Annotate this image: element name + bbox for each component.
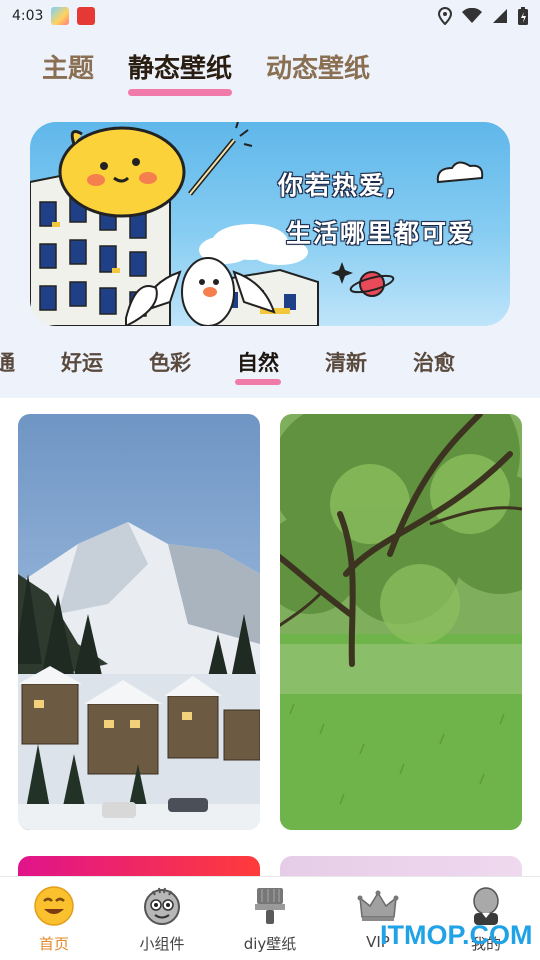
nav-widgets[interactable]: 小组件 — [108, 877, 216, 960]
tab-theme[interactable]: 主题 — [42, 50, 94, 90]
category-tab-fresh[interactable]: 清新 — [325, 340, 367, 380]
wifi-icon — [462, 8, 482, 23]
nav-home[interactable]: 首页 — [0, 877, 108, 960]
widget-face-icon — [144, 887, 180, 925]
wallpaper-card-gradient-red[interactable] — [18, 856, 260, 876]
category-tab-nature[interactable]: 自然 — [235, 340, 281, 385]
green-tree-grass-thumbnail — [280, 414, 522, 830]
paint-brush-icon — [255, 888, 285, 924]
app-notification-icon-2 — [77, 7, 96, 25]
wallpaper-type-tabs: 主题 静态壁纸 动态壁纸 — [0, 50, 540, 100]
snowy-mountain-village-thumbnail — [18, 414, 260, 830]
banner-slogan-line2: 生活哪里都可爱 — [286, 219, 476, 248]
battery-icon — [518, 7, 528, 25]
tab-live-wallpaper[interactable]: 动态壁纸 — [266, 50, 370, 90]
nav-home-label: 首页 — [38, 935, 69, 953]
wallpaper-grid — [0, 398, 540, 876]
app-notification-icon — [51, 7, 70, 25]
category-tabs: 通 好运 色彩 自然 清新 治愈 — [0, 340, 540, 390]
status-time: 4:03 — [12, 8, 44, 24]
promo-banner[interactable]: 你若热爱, 生活哪里都可爱 — [30, 122, 510, 326]
category-tab-normal[interactable]: 通 — [0, 340, 15, 380]
wallpaper-card-tree[interactable] — [280, 414, 522, 830]
site-watermark: ITMOP.COM — [380, 920, 533, 950]
nav-diy[interactable]: diy壁纸 — [216, 877, 324, 960]
location-icon — [438, 7, 452, 25]
wallpaper-card-mountain[interactable] — [18, 414, 260, 830]
category-tab-luck[interactable]: 好运 — [61, 340, 103, 380]
signal-icon — [493, 9, 507, 23]
category-tab-healing[interactable]: 治愈 — [413, 340, 455, 380]
banner-slogan-line1: 你若热爱, — [278, 171, 398, 200]
category-tab-color[interactable]: 色彩 — [149, 340, 191, 380]
smiley-icon — [34, 886, 74, 926]
wallpaper-card-gradient-lavender[interactable] — [280, 856, 522, 876]
nav-diy-label: diy壁纸 — [243, 935, 297, 953]
status-bar: 4:03 — [0, 0, 540, 32]
tab-static-wallpaper[interactable]: 静态壁纸 — [128, 50, 233, 96]
nav-widgets-label: 小组件 — [139, 935, 185, 953]
